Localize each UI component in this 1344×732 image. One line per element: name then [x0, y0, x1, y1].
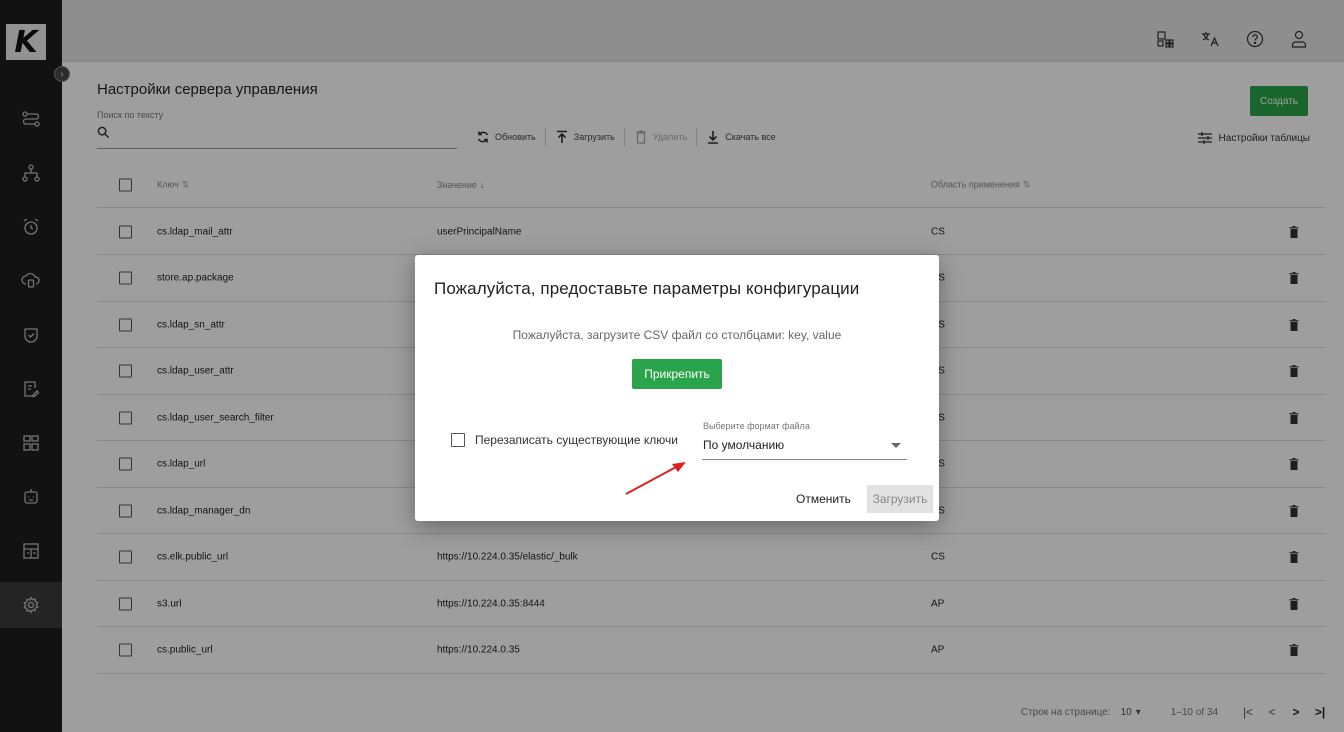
cancel-button[interactable]: Отменить	[792, 485, 855, 513]
dialog-title: Пожалуйста, предоставьте параметры конфи…	[434, 279, 860, 298]
file-format-value: По умолчанию	[703, 438, 785, 452]
upload-confirm-button[interactable]: Загрузить	[867, 485, 933, 513]
file-format-select[interactable]: По умолчанию	[702, 435, 907, 460]
caret-down-icon	[891, 443, 901, 448]
dialog-message: Пожалуйста, загрузите CSV файл со столбц…	[512, 328, 842, 342]
overwrite-keys-label[interactable]: Перезаписать существующие ключи	[475, 433, 678, 447]
file-format-label: Выберите формат файла	[703, 421, 810, 431]
attach-button[interactable]: Прикрепить	[632, 359, 722, 389]
overwrite-keys-checkbox[interactable]	[451, 433, 465, 447]
annotation-arrow-icon	[625, 462, 686, 495]
